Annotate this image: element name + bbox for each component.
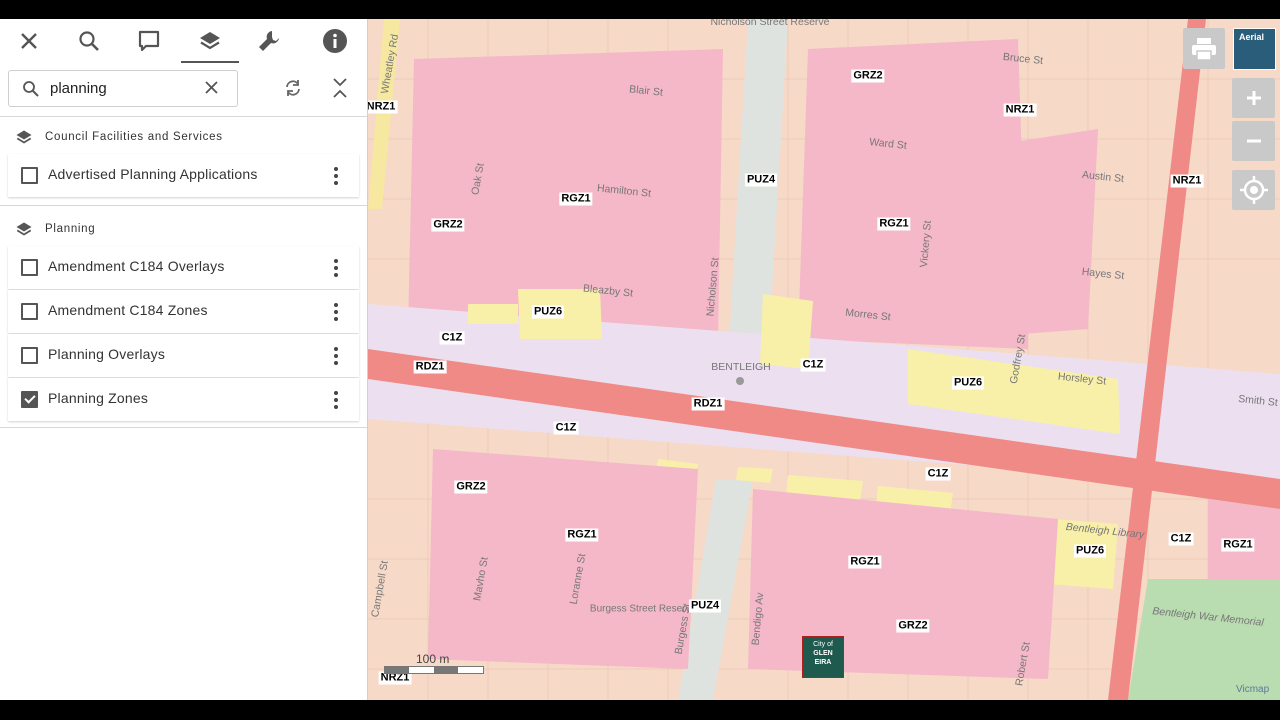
close-icon[interactable]: [11, 25, 47, 57]
zone-label: GRZ2: [896, 619, 930, 633]
zone-label: PUZ6: [951, 376, 985, 390]
layer-label: Planning Zones: [48, 390, 149, 406]
plus-icon: [1246, 91, 1261, 105]
zone-label: RGZ1: [559, 192, 593, 206]
more-options-icon[interactable]: [330, 303, 342, 321]
group-planning[interactable]: Planning: [0, 214, 367, 244]
street-label: Burgess Street Reserve: [589, 603, 697, 615]
search-input[interactable]: [50, 77, 198, 99]
zone-label: C1Z: [553, 421, 579, 435]
layer-item-planning-overlays[interactable]: Planning Overlays: [8, 334, 359, 377]
divider: [0, 205, 367, 206]
zone-label: C1Z: [800, 358, 826, 372]
layer-item-amendment-c184-zones[interactable]: Amendment C184 Zones: [8, 290, 359, 333]
layers-panel: Council Facilities and Services Advertis…: [0, 19, 368, 700]
aerial-label: Aerial: [1239, 32, 1265, 42]
zone-label: GRZ2: [431, 218, 465, 232]
panel-toolbar: [0, 19, 367, 63]
bottom-bar: [0, 700, 1280, 720]
zone-label: PUZ6: [531, 305, 565, 319]
layers-icon[interactable]: [181, 23, 239, 63]
zone-label: RGZ1: [1221, 538, 1255, 552]
refresh-icon[interactable]: [283, 78, 303, 103]
street-label: Nicholson Street Reserve: [710, 19, 830, 28]
zone-label: NRZ1: [1170, 174, 1204, 188]
zone-label: NRZ1: [368, 100, 398, 114]
zone-label: PUZ4: [688, 599, 722, 613]
zone-label: C1Z: [925, 467, 951, 481]
collapse-all-icon[interactable]: [331, 76, 349, 105]
layer-search-box: [8, 70, 238, 107]
search-icon[interactable]: [71, 25, 107, 57]
layer-checkbox[interactable]: [21, 167, 38, 184]
more-options-icon[interactable]: [330, 167, 342, 185]
zone-label: RGZ1: [565, 528, 599, 542]
logo-text: EIRA: [814, 659, 832, 666]
minus-icon: [1246, 139, 1261, 143]
group-title: Planning: [45, 223, 96, 235]
layers-icon: [15, 221, 33, 244]
divider: [0, 116, 367, 117]
group-title: Council Facilities and Services: [45, 131, 223, 143]
comment-icon[interactable]: [131, 25, 167, 57]
zone-label: RDZ1: [413, 360, 447, 374]
divider: [0, 427, 367, 428]
layer-item-amendment-c184-overlays[interactable]: Amendment C184 Overlays: [8, 246, 359, 289]
logo-text: GLEN: [813, 650, 833, 657]
attribution: Vicmap: [1236, 684, 1270, 695]
top-status-bar: [0, 0, 1280, 19]
scale-bar: [384, 666, 484, 674]
print-button[interactable]: [1183, 28, 1225, 69]
layer-item-planning-zones[interactable]: Planning Zones: [8, 378, 359, 421]
zone-label: PUZ6: [1073, 544, 1107, 558]
layer-checkbox[interactable]: [21, 303, 38, 320]
search-icon: [22, 80, 39, 102]
layer-checkbox[interactable]: [21, 259, 38, 276]
locate-me-button[interactable]: [1232, 170, 1275, 210]
print-icon: [1192, 37, 1216, 61]
wrench-icon[interactable]: [251, 25, 287, 57]
zone-label: RGZ1: [877, 217, 911, 231]
council-logo: City of GLEN EIRA: [802, 636, 844, 678]
zone-label: C1Z: [439, 331, 465, 345]
zoom-out-button[interactable]: [1232, 121, 1275, 161]
more-options-icon[interactable]: [330, 347, 342, 365]
zone-label: C1Z: [1168, 532, 1194, 546]
map-view[interactable]: Nicholson Street Reserve Bruce St Blair …: [368, 19, 1280, 700]
clear-search-icon[interactable]: [204, 80, 219, 100]
more-options-icon[interactable]: [330, 259, 342, 277]
crosshair-icon: [1239, 176, 1268, 204]
layer-label: Amendment C184 Overlays: [48, 258, 225, 274]
layer-label: Planning Overlays: [48, 346, 166, 362]
street-label: BENTLEIGH: [711, 361, 771, 373]
more-options-icon[interactable]: [330, 391, 342, 409]
zone-label: GRZ2: [454, 480, 488, 494]
layer-label: Advertised Planning Applications: [48, 166, 258, 182]
zoom-in-button[interactable]: [1232, 78, 1275, 118]
layer-checkbox[interactable]: [21, 347, 38, 364]
layer-item-advertised-planning-applications[interactable]: Advertised Planning Applications: [8, 154, 359, 197]
layers-icon: [15, 129, 33, 152]
layer-checkbox-checked[interactable]: [21, 391, 38, 408]
group-council-facilities[interactable]: Council Facilities and Services: [0, 122, 367, 152]
zone-label: GRZ2: [851, 69, 885, 83]
zone-label: PUZ4: [744, 173, 778, 187]
zone-label: RGZ1: [848, 555, 882, 569]
scale-label: 100 m: [416, 652, 450, 666]
zone-label: NRZ1: [1003, 103, 1037, 117]
layer-label: Amendment C184 Zones: [48, 302, 208, 318]
station-marker-icon[interactable]: [736, 377, 744, 385]
aerial-basemap-toggle[interactable]: Aerial: [1233, 28, 1276, 70]
logo-text: City of: [813, 641, 833, 648]
info-icon[interactable]: [317, 25, 353, 57]
zone-label: RDZ1: [691, 397, 725, 411]
